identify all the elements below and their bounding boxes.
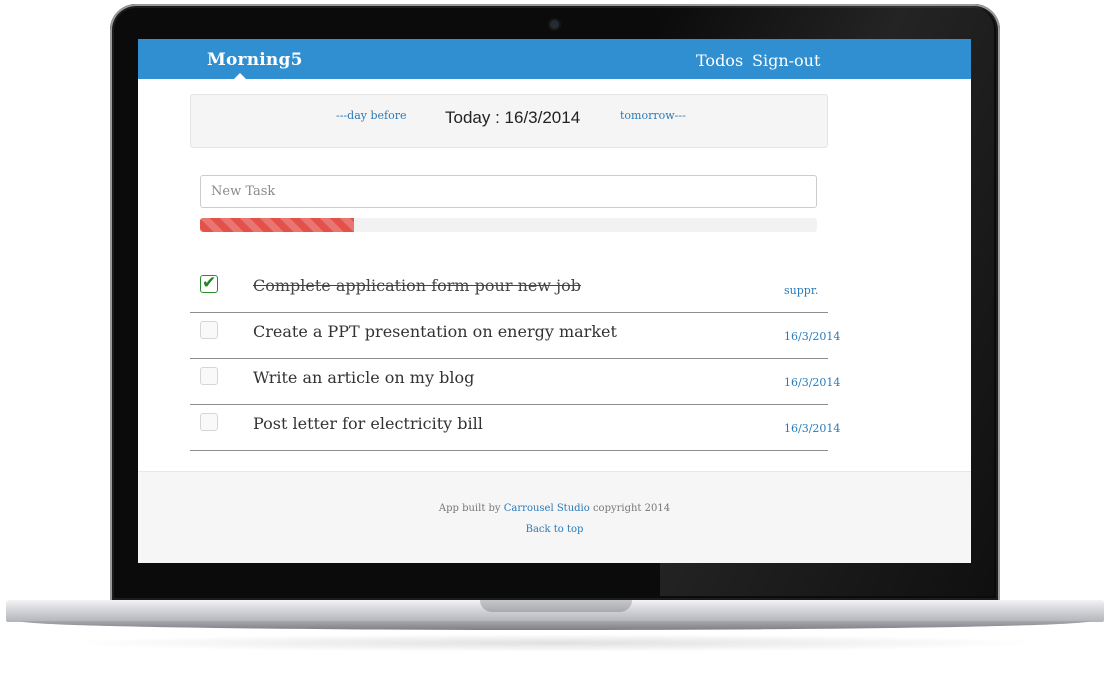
task-text: Post letter for electricity bill [253, 414, 483, 433]
task-date: 16/3/2014 [784, 330, 841, 343]
row-divider [190, 450, 828, 451]
task-checkbox[interactable] [200, 367, 218, 385]
day-before-link[interactable]: ---day before [336, 109, 406, 122]
laptop-shadow [60, 634, 1050, 652]
check-icon: ✔ [202, 273, 217, 293]
back-to-top-link[interactable]: Back to top [138, 524, 971, 535]
task-checkbox[interactable] [200, 413, 218, 431]
brand-logo[interactable]: Morning5 [207, 50, 303, 70]
task-row: Post letter for electricity bill 16/3/20… [190, 405, 850, 451]
task-date: 16/3/2014 [784, 422, 841, 435]
task-text: Write an article on my blog [253, 368, 475, 387]
delete-task-link[interactable]: suppr. [784, 284, 818, 297]
task-checkbox[interactable]: ✔ [200, 273, 218, 293]
footer: App built by Carrousel Studio copyright … [138, 471, 971, 563]
laptop-open-notch [480, 600, 632, 612]
progress-track [200, 218, 817, 232]
task-text: Create a PPT presentation on energy mark… [253, 322, 617, 341]
carrousel-studio-link[interactable]: Carrousel Studio [504, 503, 590, 514]
new-task-input[interactable] [200, 175, 817, 208]
active-caret-icon [234, 73, 246, 79]
task-text: Complete application form pour new job [253, 276, 581, 295]
task-row: Create a PPT presentation on energy mark… [190, 313, 850, 359]
today-date-label: Today : 16/3/2014 [445, 108, 581, 127]
tomorrow-link[interactable]: tomorrow--- [620, 109, 686, 122]
task-date: 16/3/2014 [784, 376, 841, 389]
task-row: ✔ Complete application form pour new job… [190, 267, 850, 313]
laptop-base-lip [20, 621, 1090, 630]
footer-credits: App built by Carrousel Studio copyright … [138, 503, 971, 514]
footer-suffix: copyright 2014 [589, 503, 671, 514]
footer-prefix: App built by [438, 503, 504, 514]
task-checkbox[interactable] [200, 321, 218, 339]
webcam-icon [550, 20, 559, 29]
nav-todos-link[interactable]: Todos [696, 51, 743, 70]
task-list: ✔ Complete application form pour new job… [190, 267, 850, 451]
progress-bar-fill [200, 218, 355, 232]
app-screen: Morning5 Todos Sign-out ---day before To… [138, 39, 971, 563]
nav-signout-link[interactable]: Sign-out [752, 51, 820, 70]
task-row: Write an article on my blog 16/3/2014 [190, 359, 850, 405]
date-navigator: ---day before Today : 16/3/2014 tomorrow… [190, 94, 828, 148]
navbar: Morning5 Todos Sign-out [138, 39, 971, 79]
